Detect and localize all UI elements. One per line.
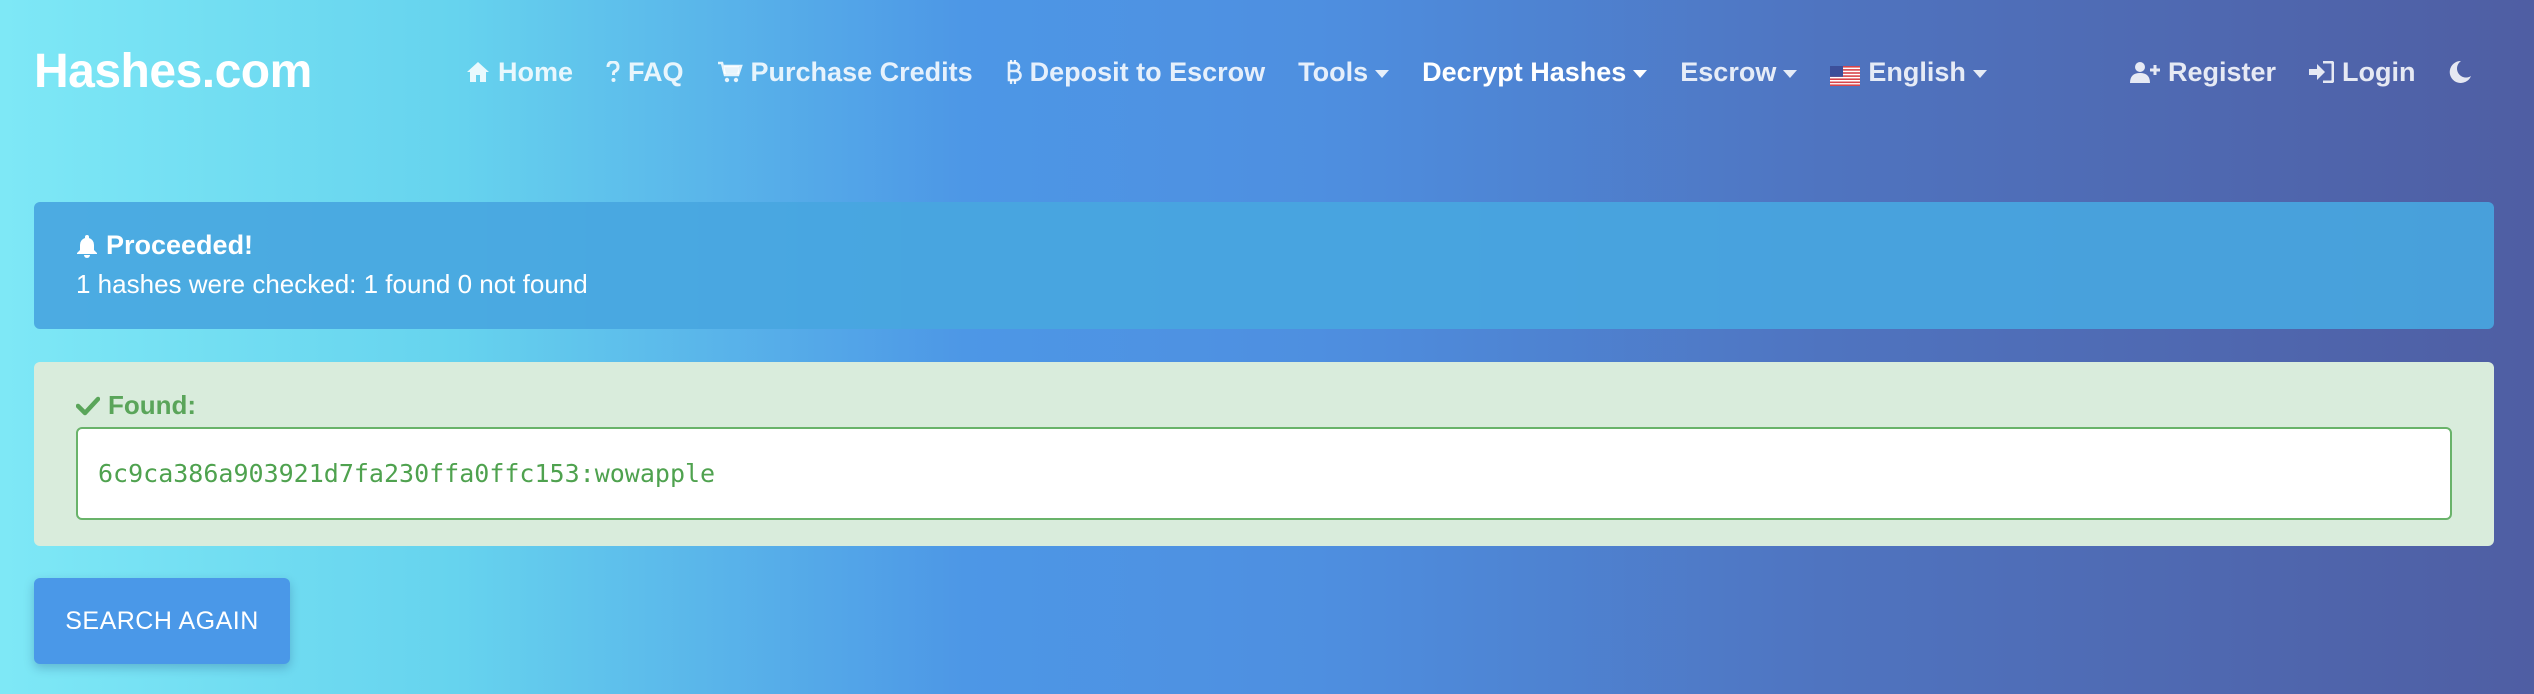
bell-icon	[76, 234, 98, 258]
result-panel: Found: 6c9ca386a903921d7fa230ffa0ffc153:…	[34, 362, 2494, 546]
nav-register-label: Register	[2168, 56, 2277, 87]
question-icon	[606, 61, 620, 83]
moon-icon	[2448, 60, 2472, 84]
alert-title: Proceeded!	[106, 230, 254, 260]
nav-links: Home FAQ Purchase Credits Deposit to Esc…	[466, 52, 2020, 92]
nav-decrypt-label: Decrypt Hashes	[1422, 56, 1627, 87]
home-icon	[466, 61, 490, 83]
result-text-field[interactable]: 6c9ca386a903921d7fa230ffa0ffc153:wowappl…	[76, 427, 2452, 520]
alert-message: 1 hashes were checked: 1 found 0 not fou…	[76, 269, 588, 299]
nav-deposit-label: Deposit to Escrow	[1029, 56, 1266, 87]
nav-purchase-label: Purchase Credits	[750, 56, 973, 87]
nav-tools-dropdown[interactable]: Tools	[1298, 56, 1390, 88]
nav-escrow-dropdown[interactable]: Escrow	[1680, 56, 1798, 88]
nav-register[interactable]: Register	[2130, 57, 2276, 88]
chevron-down-icon	[1375, 70, 1390, 78]
nav-tools-label: Tools	[1298, 56, 1369, 87]
nav-user-links: Register Login	[2130, 52, 2512, 92]
bitcoin-icon	[1006, 60, 1022, 84]
nav-faq[interactable]: FAQ	[606, 57, 684, 88]
nav-language-dropdown[interactable]: English	[1830, 57, 1987, 88]
status-alert: Proceeded! 1 hashes were checked: 1 foun…	[34, 202, 2494, 329]
chevron-down-icon	[1633, 70, 1648, 78]
brand-logo[interactable]: Hashes.com	[34, 44, 312, 99]
found-label: Found:	[108, 390, 197, 420]
theme-toggle[interactable]	[2448, 60, 2480, 84]
nav-faq-label: FAQ	[628, 56, 684, 87]
chevron-down-icon	[1783, 70, 1798, 78]
nav-login-label: Login	[2342, 56, 2416, 87]
search-again-button[interactable]: SEARCH AGAIN	[34, 578, 290, 664]
navbar: Hashes.com Home FAQ Purchase Credits Dep…	[0, 0, 2534, 140]
alert-title-row: Proceeded!	[76, 230, 2452, 261]
sign-in-icon	[2308, 61, 2335, 83]
nav-home[interactable]: Home	[466, 57, 573, 88]
chevron-down-icon	[1972, 70, 1987, 78]
nav-purchase-credits[interactable]: Purchase Credits	[717, 57, 973, 88]
us-flag-icon	[1830, 62, 1861, 86]
cart-icon	[717, 61, 743, 83]
nav-escrow-label: Escrow	[1680, 56, 1777, 87]
found-label-row: Found:	[76, 390, 2452, 421]
check-icon	[76, 396, 100, 416]
nav-deposit-escrow[interactable]: Deposit to Escrow	[1006, 56, 1266, 88]
nav-home-label: Home	[498, 56, 574, 87]
nav-decrypt-dropdown[interactable]: Decrypt Hashes	[1422, 56, 1648, 88]
user-plus-icon	[2130, 61, 2160, 83]
nav-login[interactable]: Login	[2308, 56, 2416, 88]
nav-language-label: English	[1868, 56, 1966, 87]
